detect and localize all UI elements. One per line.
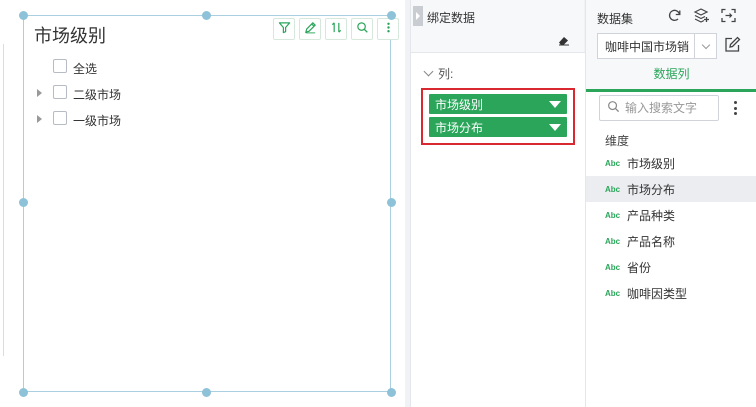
bind-data-panel: 绑定数据 列: 市场级别 市场分布 [410, 0, 585, 407]
field-item[interactable]: Abc 产品名称 [586, 228, 756, 254]
caret-down-icon[interactable] [549, 100, 561, 108]
resize-handle-e[interactable] [387, 198, 396, 207]
more-button[interactable] [377, 18, 399, 40]
text-type-icon: Abc [605, 184, 621, 194]
search-icon [607, 100, 620, 116]
resize-handle-w[interactable] [19, 198, 28, 207]
dataset-toolbar [666, 7, 737, 27]
collapse-panel-icon[interactable] [413, 6, 423, 26]
field-label: 产品种类 [627, 208, 676, 223]
dataset-select[interactable]: 咖啡中国市场销 [597, 33, 717, 59]
dataset-panel-header: 数据集 咖啡中国市场销 数据列 [586, 0, 756, 92]
tree-item-tier1[interactable]: 一级市场 [24, 106, 390, 132]
field-item[interactable]: Abc 市场分布 [586, 176, 756, 202]
app-root: 市场级别 全选 二级市场 一级市场 绑定数据 列: 市场级别 市场分布 数据集 … [0, 0, 756, 407]
sort-button[interactable] [325, 18, 347, 40]
tree-item-label: 二级市场 [73, 88, 122, 102]
tab-data-columns[interactable]: 数据列 [586, 62, 756, 92]
field-search-box[interactable] [599, 95, 719, 121]
field-list: Abc 市场级别 Abc 市场分布 Abc 产品种类 Abc 产品名称 Abc … [586, 150, 756, 306]
tree-item-label: 全选 [73, 62, 98, 76]
report-canvas: 市场级别 全选 二级市场 一级市场 [0, 0, 405, 407]
canvas-edge-line [3, 44, 4, 356]
switch-dataset-icon[interactable] [720, 7, 737, 27]
tree-list: 全选 二级市场 一级市场 [24, 54, 390, 132]
bound-field-chip[interactable]: 市场级别 [429, 94, 567, 114]
bound-columns-dropzone[interactable]: 市场级别 市场分布 [421, 88, 575, 145]
bound-field-label: 市场分布 [435, 120, 484, 135]
field-item[interactable]: Abc 省份 [586, 254, 756, 280]
bound-field-chip[interactable]: 市场分布 [429, 117, 567, 137]
bind-panel-body: 列: 市场级别 市场分布 [411, 52, 585, 407]
search-button[interactable] [351, 18, 373, 40]
dataset-panel-title: 数据集 [597, 12, 634, 26]
bind-panel-title: 绑定数据 [427, 11, 476, 25]
text-type-icon: Abc [605, 158, 621, 168]
chevron-down-icon [423, 66, 434, 77]
field-label: 咖啡因类型 [627, 286, 688, 301]
checkbox[interactable] [53, 59, 67, 73]
resize-handle-n[interactable] [202, 11, 211, 20]
bind-panel-header: 绑定数据 [411, 0, 585, 52]
dataset-select-value: 咖啡中国市场销 [605, 39, 690, 54]
resize-handle-ne[interactable] [387, 11, 396, 20]
widget-toolbar [273, 18, 399, 40]
text-type-icon: Abc [605, 210, 621, 220]
field-label: 市场级别 [627, 156, 676, 171]
edit-dataset-icon[interactable] [723, 36, 741, 54]
tree-filter-widget[interactable]: 市场级别 全选 二级市场 一级市场 [23, 15, 399, 392]
resize-handle-sw[interactable] [19, 388, 28, 397]
more-vertical-icon[interactable] [733, 101, 737, 115]
search-icon [356, 21, 369, 37]
filter-icon [278, 21, 291, 37]
caret-down-icon[interactable] [549, 123, 561, 131]
widget-title: 市场级别 [34, 26, 106, 46]
eraser-icon[interactable] [557, 34, 571, 46]
refresh-icon[interactable] [666, 7, 683, 27]
add-dataset-icon[interactable] [693, 7, 710, 27]
text-type-icon: Abc [605, 236, 621, 246]
tree-item-tier2[interactable]: 二级市场 [24, 80, 390, 106]
tree-item-label: 一级市场 [73, 114, 122, 128]
text-type-icon: Abc [605, 262, 621, 272]
sort-icon [330, 21, 343, 37]
checkbox[interactable] [53, 111, 67, 125]
resize-handle-s[interactable] [202, 388, 211, 397]
filter-button[interactable] [273, 18, 295, 40]
edit-button[interactable] [299, 18, 321, 40]
resize-handle-nw[interactable] [19, 11, 28, 20]
tree-item-select-all[interactable]: 全选 [24, 54, 390, 80]
field-item[interactable]: Abc 市场级别 [586, 150, 756, 176]
dimension-group-label: 维度 [605, 134, 630, 148]
more-vertical-icon [382, 21, 395, 37]
resize-handle-se[interactable] [387, 388, 396, 397]
field-item[interactable]: Abc 咖啡因类型 [586, 280, 756, 306]
expand-arrow-icon[interactable] [37, 115, 42, 123]
text-type-icon: Abc [605, 288, 621, 298]
dataset-panel: 数据集 咖啡中国市场销 数据列 维度 Abc 市场级别 [585, 0, 756, 407]
field-label: 市场分布 [627, 182, 676, 197]
field-label: 产品名称 [627, 234, 676, 249]
field-item[interactable]: Abc 产品种类 [586, 202, 756, 228]
field-label: 省份 [627, 260, 652, 275]
field-search-input[interactable] [625, 101, 715, 115]
checkbox[interactable] [53, 85, 67, 99]
chevron-down-icon[interactable] [694, 34, 716, 58]
bound-field-label: 市场级别 [435, 97, 484, 112]
columns-section-label: 列: [438, 67, 454, 81]
edit-pencil-icon [304, 21, 317, 37]
columns-section[interactable]: 列: [423, 65, 454, 82]
expand-arrow-icon[interactable] [37, 89, 42, 97]
